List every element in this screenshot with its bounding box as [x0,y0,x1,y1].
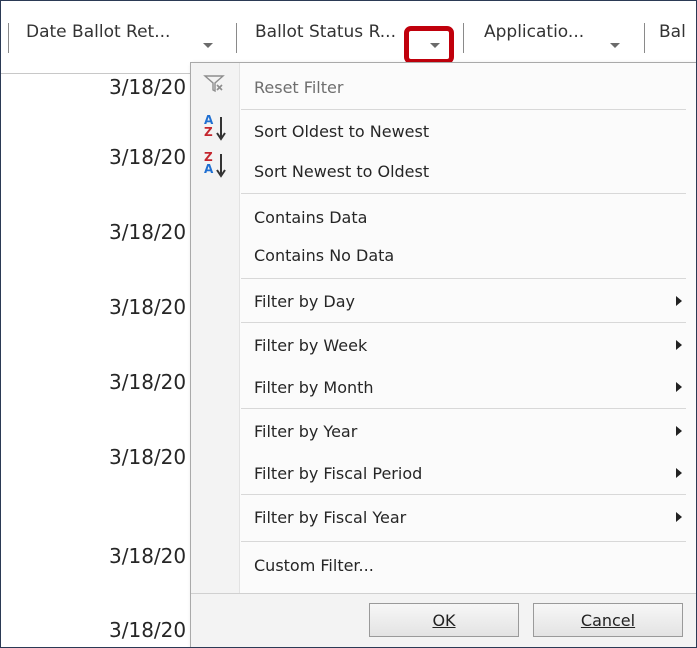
table-cell[interactable]: 3/18/20 [109,220,195,244]
column-header-date-ballot-returned[interactable]: Date Ballot Ret... [26,22,170,42]
table-cell[interactable]: 3/18/20 [109,618,195,642]
menu-item-filter-by-fiscal-period[interactable]: Filter by Fiscal Period [254,464,422,483]
menu-item-contains-no-data[interactable]: Contains No Data [254,246,394,265]
table-cell[interactable]: 3/18/20 [109,445,195,469]
menu-item-reset-filter[interactable]: Reset Filter [254,78,343,97]
reset-filter-icon [203,73,225,97]
table-cell[interactable]: 3/18/20 [109,145,195,169]
menu-item-filter-by-day[interactable]: Filter by Day [254,292,355,311]
table-cell[interactable]: 3/18/20 [109,544,195,568]
column-separator [236,23,237,53]
submenu-arrow-icon [676,512,682,522]
column-separator [463,23,464,53]
menu-separator [241,541,686,542]
menu-separator [241,278,686,279]
menu-separator [241,408,686,409]
menu-item-custom-filter[interactable]: Custom Filter... [254,556,374,575]
menu-item-filter-by-year[interactable]: Filter by Year [254,422,357,441]
menu-item-filter-by-month[interactable]: Filter by Month [254,378,374,397]
menu-separator [241,322,686,323]
filter-dropdown-menu: Reset Filter A Z Sort Oldest to Newest Z… [190,62,696,647]
menu-item-sort-oldest-to-newest[interactable]: Sort Oldest to Newest [254,122,429,141]
highlight-box [404,26,454,64]
cancel-button[interactable]: Cancel [533,603,683,637]
chevron-down-icon[interactable] [604,31,626,53]
submenu-arrow-icon [676,468,682,478]
sort-ascending-icon: A Z [203,114,233,145]
menu-separator [241,193,686,194]
column-header-application[interactable]: Applicatio... [484,22,584,42]
submenu-arrow-icon [676,340,682,350]
column-header-ballot[interactable]: Bal [659,22,686,42]
column-separator [644,23,645,53]
menu-item-filter-by-week[interactable]: Filter by Week [254,336,367,355]
submenu-arrow-icon [676,296,682,306]
submenu-arrow-icon [676,426,682,436]
ok-button[interactable]: OK [369,603,519,637]
submenu-arrow-icon [676,382,682,392]
menu-separator [241,494,686,495]
column-separator [8,23,9,53]
menu-item-filter-by-fiscal-year[interactable]: Filter by Fiscal Year [254,508,406,527]
menu-item-contains-data[interactable]: Contains Data [254,208,367,227]
menu-separator [241,109,686,110]
menu-item-sort-newest-to-oldest[interactable]: Sort Newest to Oldest [254,162,429,181]
table-cell[interactable]: 3/18/20 [109,370,195,394]
sort-descending-icon: Z A [203,151,233,182]
chevron-down-icon[interactable] [197,31,219,53]
table-cell[interactable]: 3/18/20 [109,75,195,99]
column-header-ballot-status[interactable]: Ballot Status R... [255,22,396,42]
table-cell[interactable]: 3/18/20 [109,295,195,319]
grid-frame: Date Ballot Ret... Ballot Status R... Ap… [0,0,697,648]
